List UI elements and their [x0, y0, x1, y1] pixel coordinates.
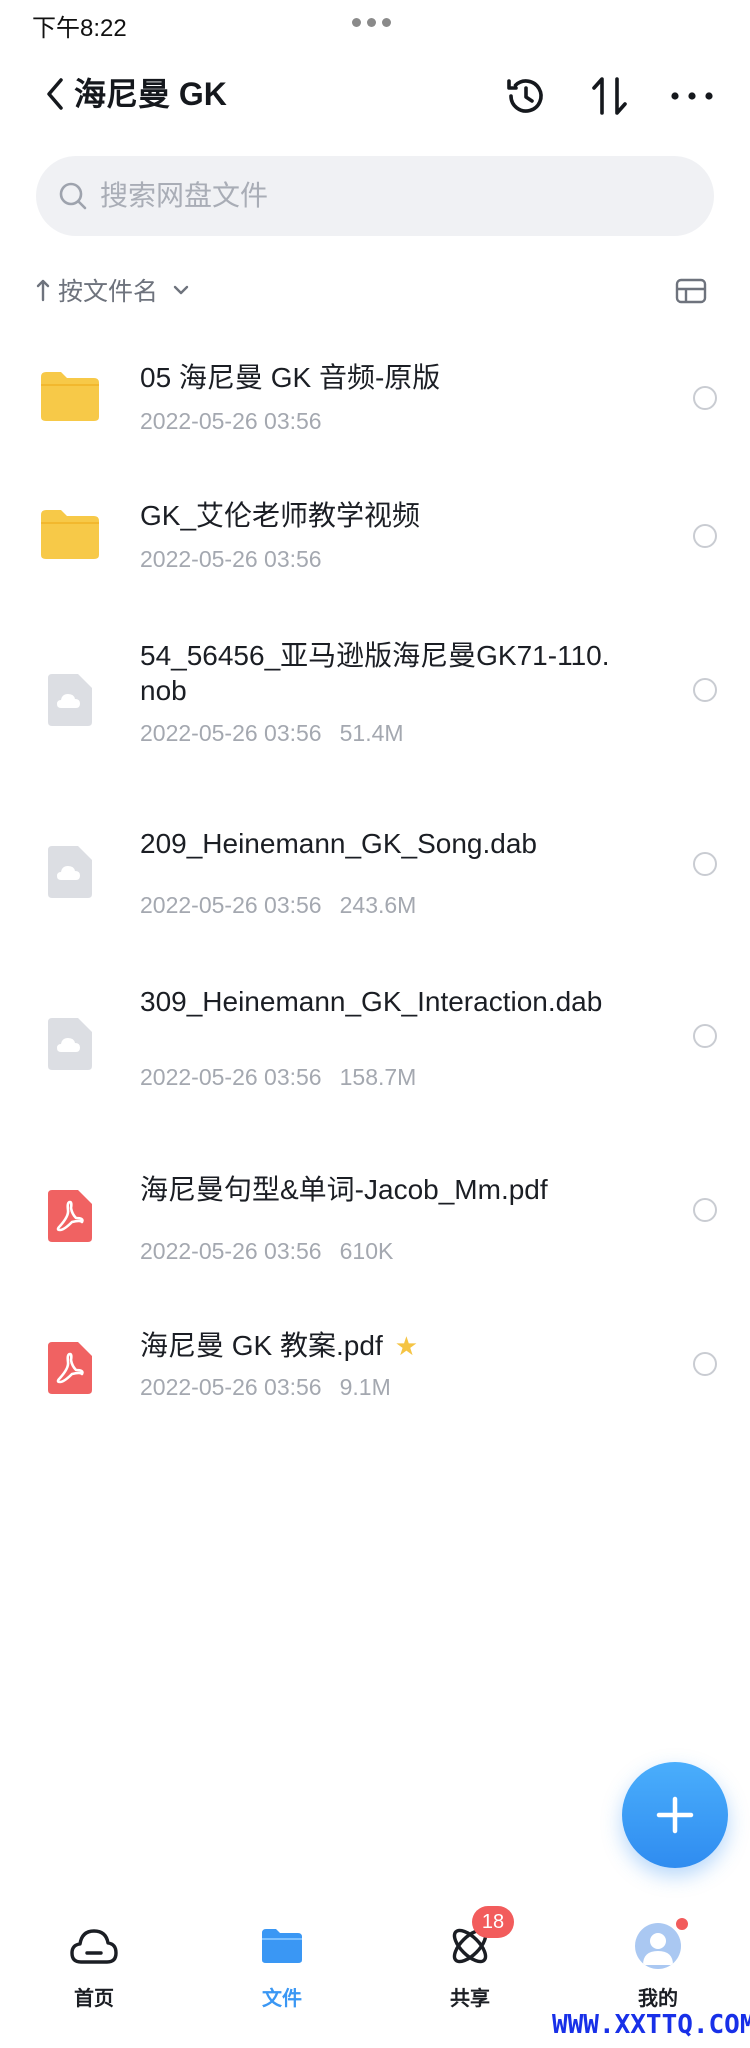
file-name: 309_Heinemann_GK_Interaction.dab	[140, 986, 603, 1017]
tab-label: 共享	[450, 1988, 490, 2010]
arrow-up-icon	[36, 279, 50, 302]
file-name: 05 海尼曼 GK 音频-原版	[140, 362, 441, 393]
file-date: 2022-05-26 03:56	[140, 1374, 322, 1400]
cloud-file-icon	[34, 664, 106, 736]
file-meta: 2022-05-26 03:56 9.1M	[140, 1374, 391, 1401]
back-button[interactable]	[40, 72, 70, 116]
file-name: GK_艾伦老师教学视频	[140, 500, 421, 531]
select-checkbox[interactable]	[693, 1024, 717, 1048]
select-checkbox[interactable]	[693, 1352, 717, 1376]
avatar	[635, 1923, 681, 1969]
chevron-down-icon	[173, 285, 189, 295]
file-size: 610K	[339, 1238, 394, 1264]
watermark: WWW.XXTTQ.COM	[552, 2010, 750, 2040]
sort-selector[interactable]: 按文件名	[36, 268, 190, 312]
file-date: 2022-05-26 03:56	[140, 1064, 322, 1090]
file-meta: 2022-05-26 03:56 243.6M	[140, 892, 416, 919]
more-button[interactable]	[668, 72, 716, 120]
page-title: 海尼曼 GK	[74, 76, 227, 112]
cloud-file-icon	[34, 836, 106, 908]
status-time: 下午8:22	[32, 15, 127, 42]
file-meta: 2022-05-26 03:56 158.7M	[140, 1064, 416, 1091]
notification-badge: 18	[472, 1906, 514, 1938]
folder-icon	[34, 498, 106, 570]
view-mode-toggle[interactable]	[672, 272, 710, 310]
file-name: 海尼曼 GK 教案.pdf ★	[140, 1328, 620, 1364]
tab-files[interactable]: 文件	[222, 1920, 342, 2020]
tab-label: 我的	[638, 1988, 678, 2010]
select-checkbox[interactable]	[693, 386, 717, 410]
search-icon	[59, 182, 87, 210]
select-checkbox[interactable]	[693, 1198, 717, 1222]
add-button[interactable]	[622, 1762, 728, 1868]
folder-icon	[34, 360, 106, 432]
file-size: 158.7M	[339, 1064, 417, 1090]
file-name: 海尼曼句型&单词-Jacob_Mm.pdf	[140, 1174, 548, 1205]
select-checkbox[interactable]	[693, 678, 717, 702]
tab-label: 文件	[262, 1988, 302, 2010]
file-size: 243.6M	[339, 892, 417, 918]
file-date: 2022-05-26 03:56	[140, 408, 322, 434]
cloud-file-icon	[34, 1008, 106, 1080]
sort-label: 按文件名	[58, 278, 159, 306]
search-bar[interactable]	[36, 156, 714, 236]
file-date: 2022-05-26 03:56	[140, 546, 322, 572]
folder-icon	[256, 1920, 308, 1972]
sort-button[interactable]	[586, 72, 634, 120]
pdf-file-icon	[34, 1332, 106, 1404]
status-bar: 下午8:22	[0, 0, 750, 46]
tab-home[interactable]: 首页	[34, 1920, 154, 2020]
tab-share[interactable]: 18 共享	[410, 1906, 530, 2020]
chevron-left-icon	[47, 78, 63, 110]
share-orbit-icon: 18	[444, 1906, 514, 1972]
file-meta: 2022-05-26 03:56	[140, 408, 322, 435]
search-input[interactable]	[100, 180, 660, 212]
file-name: 54_56456_亚马逊版海尼曼GK71-110.nob	[140, 640, 610, 706]
file-meta: 2022-05-26 03:56	[140, 546, 322, 573]
star-icon: ★	[394, 1331, 419, 1361]
plus-icon	[656, 1796, 694, 1834]
list-view-icon	[675, 278, 707, 304]
file-size: 9.1M	[339, 1374, 391, 1400]
sort-arrows-icon	[592, 77, 627, 115]
notification-dot	[674, 1916, 690, 1932]
history-icon	[507, 79, 543, 113]
file-name-text: 海尼曼 GK 教案.pdf	[140, 1330, 383, 1361]
file-date: 2022-05-26 03:56	[140, 1238, 322, 1264]
file-date: 2022-05-26 03:56	[140, 720, 322, 746]
history-button[interactable]	[502, 72, 550, 120]
file-meta: 2022-05-26 03:56 610K	[140, 1238, 393, 1265]
pdf-file-icon	[34, 1180, 106, 1252]
file-size: 51.4M	[339, 720, 404, 746]
file-meta: 2022-05-26 03:56 51.4M	[140, 720, 404, 747]
more-dots-indicator	[352, 18, 391, 27]
cloud-home-icon	[68, 1920, 120, 1972]
more-horizontal-icon	[671, 92, 713, 100]
file-name: 209_Heinemann_GK_Song.dab	[140, 828, 537, 859]
file-date: 2022-05-26 03:56	[140, 892, 322, 918]
select-checkbox[interactable]	[693, 852, 717, 876]
tab-profile[interactable]: 我的	[598, 1916, 718, 2020]
select-checkbox[interactable]	[693, 524, 717, 548]
tab-label: 首页	[74, 1988, 114, 2010]
